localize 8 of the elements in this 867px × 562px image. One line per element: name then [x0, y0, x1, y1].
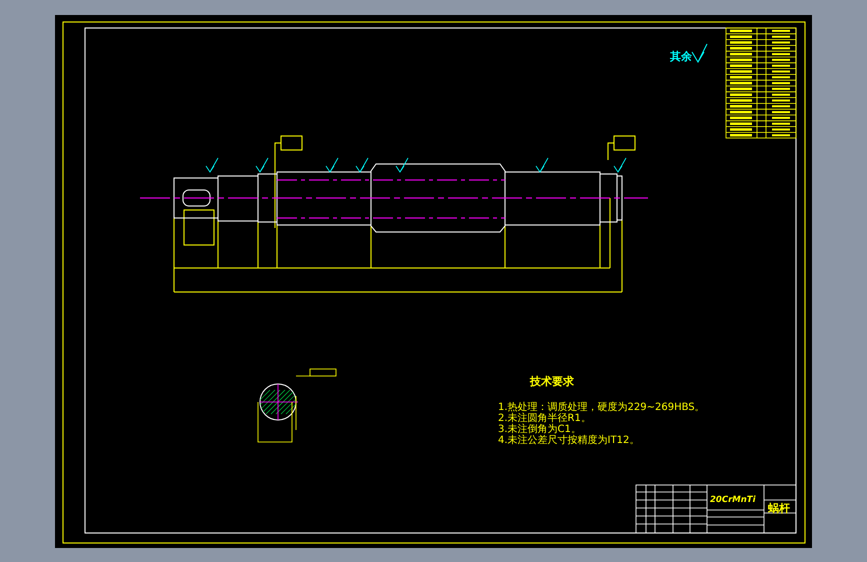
requirement-line: 1.热处理：调质处理，硬度为229~269HBS。 — [498, 402, 705, 413]
requirement-line: 4.未注公差尺寸按精度为IT12。 — [498, 435, 640, 446]
material-label: 20CrMnTi — [710, 495, 756, 505]
requirements-heading: 技术要求 — [530, 375, 574, 388]
requirement-line: 3.未注倒角为C1。 — [498, 424, 581, 435]
part-name: 蜗杆 — [768, 502, 790, 515]
roughness-note: 其余 — [670, 50, 692, 63]
requirement-line: 2.未注圆角半径R1。 — [498, 413, 591, 424]
